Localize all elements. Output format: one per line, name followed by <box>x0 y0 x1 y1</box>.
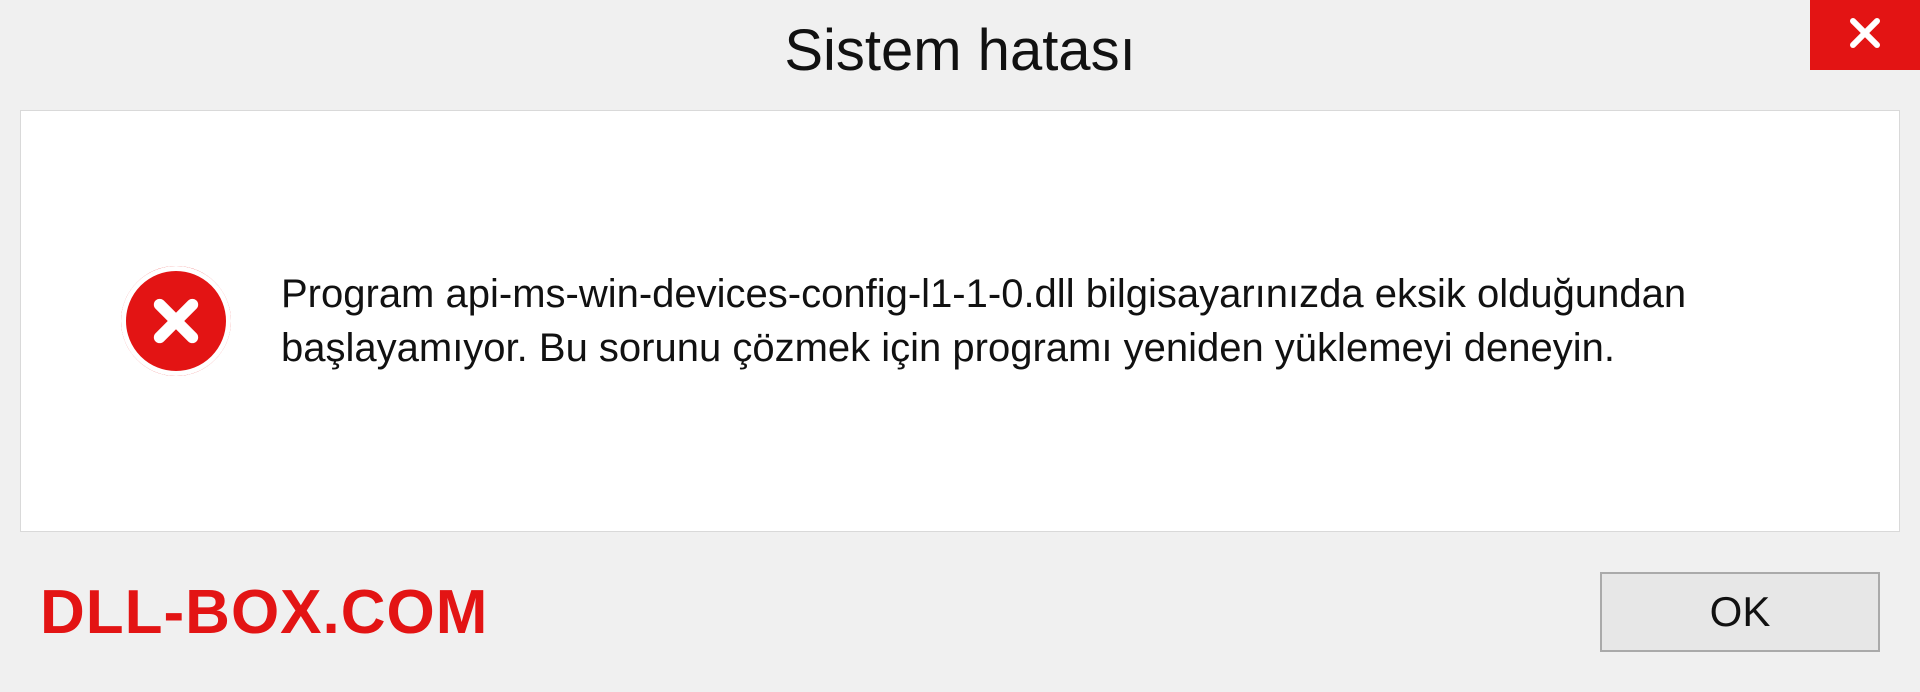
close-icon <box>1847 15 1883 56</box>
titlebar: Sistem hatası <box>0 0 1920 100</box>
ok-button[interactable]: OK <box>1600 572 1880 652</box>
dialog-title: Sistem hatası <box>784 17 1135 84</box>
dialog-message: Program api-ms-win-devices-config-l1-1-0… <box>281 267 1839 375</box>
dialog-body: Program api-ms-win-devices-config-l1-1-0… <box>20 110 1900 532</box>
close-button[interactable] <box>1810 0 1920 70</box>
dialog-footer: DLL-BOX.COM OK <box>0 552 1920 692</box>
error-dialog: Sistem hatası Program api-ms-win-devices… <box>0 0 1920 692</box>
brand-text: DLL-BOX.COM <box>40 577 488 648</box>
error-icon <box>121 266 231 376</box>
